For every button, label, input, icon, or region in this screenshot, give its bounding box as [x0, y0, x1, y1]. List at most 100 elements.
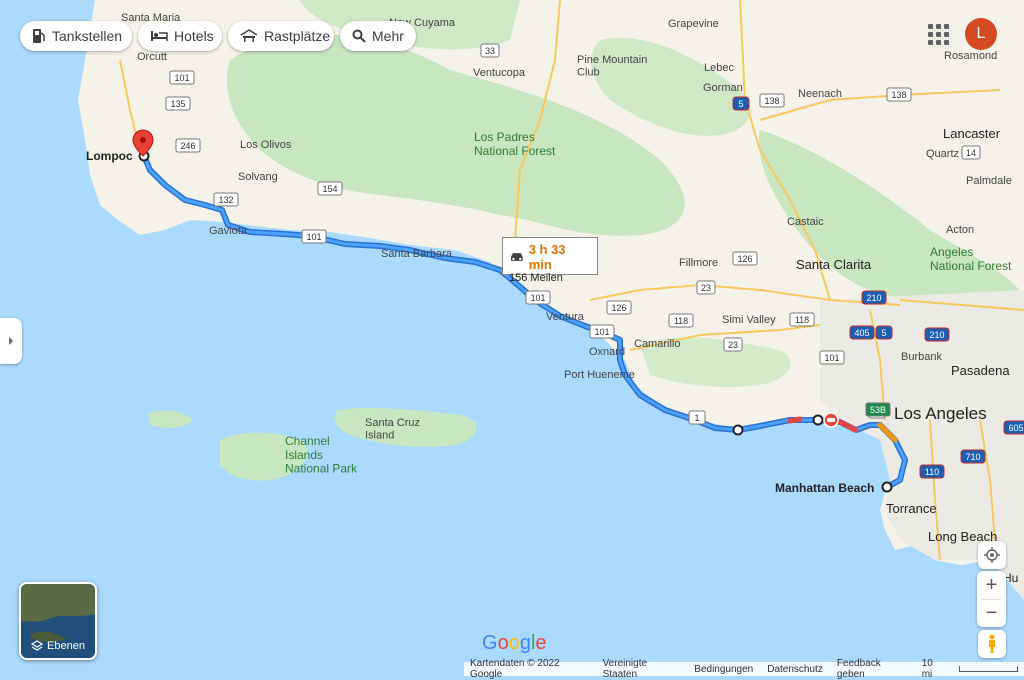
highway-shield: 154 — [317, 181, 343, 196]
label-santa-barbara: Santa Barbara — [381, 248, 453, 260]
highway-shield: 210 — [924, 327, 950, 342]
chip-label: Hotels — [174, 28, 214, 44]
label-grapevine: Grapevine — [668, 18, 719, 30]
svg-text:101: 101 — [306, 232, 321, 242]
scale-bar — [958, 666, 1018, 672]
label-los-olivos: Los Olivos — [240, 139, 292, 151]
label-oxnard: Oxnard — [589, 346, 625, 358]
highway-shield: 1 — [688, 410, 706, 425]
svg-text:1: 1 — [694, 413, 699, 423]
svg-text:246: 246 — [180, 141, 195, 151]
label-gorman: Gorman — [703, 82, 743, 94]
svg-text:126: 126 — [737, 254, 752, 264]
svg-text:132: 132 — [218, 195, 233, 205]
highway-shield: 246 — [175, 138, 201, 153]
label-rosamond: Rosamond — [944, 50, 997, 62]
chip-more[interactable]: Mehr — [340, 21, 416, 51]
label-ventucopa: Ventucopa — [473, 67, 526, 79]
highway-shield: 605 — [1003, 420, 1024, 435]
svg-text:138: 138 — [891, 90, 906, 100]
side-panel-toggle[interactable] — [0, 318, 22, 364]
search-icon — [352, 29, 366, 43]
highway-shield: 33 — [480, 43, 500, 58]
zoom-out-button[interactable]: − — [977, 599, 1006, 627]
chip-hotels[interactable]: Hotels — [138, 21, 222, 51]
route-info-bubble[interactable]: 3 h 33 min 156 Meilen — [502, 237, 598, 284]
label-santa-clarita: Santa Clarita — [796, 257, 872, 272]
highway-shield: 5 — [875, 325, 893, 340]
label-castaic: Castaic — [787, 216, 824, 228]
highway-shield: 118 — [789, 312, 815, 327]
chip-gas-stations[interactable]: Tankstellen — [20, 21, 132, 51]
svg-text:135: 135 — [170, 99, 185, 109]
svg-text:101: 101 — [594, 327, 609, 337]
highway-shield: 23 — [723, 337, 743, 352]
label-neenach: Neenach — [798, 88, 842, 100]
highway-shield: 101 — [819, 350, 845, 365]
pegman-icon — [989, 634, 995, 653]
layers-icon — [31, 640, 44, 651]
label-palmdale: Palmdale — [966, 175, 1012, 187]
highway-shield: 110 — [919, 464, 945, 479]
label-port-hueneme: Port Hueneme — [564, 369, 635, 381]
bed-icon — [151, 31, 168, 41]
highway-shield: 5 — [732, 96, 750, 111]
highway-shield: 101 — [589, 324, 615, 339]
chevron-right-icon — [9, 337, 13, 345]
apps-grid-icon[interactable] — [926, 22, 950, 46]
map-canvas[interactable]: Santa Maria Orcutt Lompoc Los Olivos Sol… — [0, 0, 1024, 676]
svg-text:14: 14 — [966, 148, 976, 158]
route-duration: 3 h 33 min — [528, 242, 566, 272]
svg-text:710: 710 — [965, 452, 980, 462]
privacy-link[interactable]: Datenschutz — [767, 664, 823, 675]
traffic-red — [787, 416, 803, 424]
highway-shield: 132 — [213, 192, 239, 207]
svg-text:5: 5 — [738, 99, 743, 109]
svg-text:118: 118 — [674, 316, 688, 326]
svg-text:101: 101 — [824, 353, 839, 363]
layers-button[interactable]: Ebenen — [19, 582, 97, 660]
scale-label[interactable]: 10 mi — [922, 658, 945, 680]
chip-label: Tankstellen — [52, 28, 123, 44]
zoom-in-button[interactable]: + — [977, 571, 1006, 599]
country-link[interactable]: Vereinigte Staaten — [603, 658, 681, 680]
label-manhattan-beach: Manhattan Beach — [775, 481, 874, 495]
chip-rest-areas[interactable]: Rastplätze — [228, 21, 334, 51]
svg-text:23: 23 — [728, 340, 738, 350]
highway-shield: 53B — [865, 402, 891, 417]
street-view-pegman[interactable] — [978, 630, 1006, 658]
svg-text:110: 110 — [925, 467, 939, 477]
label-fillmore: Fillmore — [679, 257, 718, 269]
svg-text:33: 33 — [485, 46, 495, 56]
svg-text:23: 23 — [701, 283, 711, 293]
map-footer: Kartendaten © 2022 Google Vereinigte Sta… — [464, 658, 1024, 680]
label-camarillo: Camarillo — [634, 338, 680, 350]
svg-text:210: 210 — [929, 330, 944, 340]
waypoint-circle — [732, 424, 744, 436]
my-location-button[interactable] — [978, 541, 1006, 569]
label-ventura: Ventura — [546, 311, 585, 323]
svg-text:118: 118 — [795, 315, 809, 325]
highway-shield: 210 — [861, 290, 887, 305]
label-gaviota: Gaviota — [209, 225, 248, 237]
svg-text:605: 605 — [1008, 423, 1023, 433]
label-lebec: Lebec — [704, 62, 734, 74]
label-torrance: Torrance — [886, 501, 937, 516]
label-lancaster: Lancaster — [943, 126, 1001, 141]
label-lompoc: Lompoc — [86, 149, 133, 163]
label-simi-valley: Simi Valley — [722, 314, 776, 326]
label-los-angeles: Los Angeles — [894, 404, 987, 423]
waypoint-circle — [812, 414, 824, 426]
feedback-link[interactable]: Feedback geben — [837, 658, 908, 680]
label-solvang: Solvang — [238, 171, 278, 183]
label-burbank: Burbank — [901, 351, 942, 363]
svg-text:5: 5 — [881, 328, 886, 338]
label-orcutt: Orcutt — [137, 51, 167, 63]
highway-shield: 118 — [668, 313, 694, 328]
terms-link[interactable]: Bedingungen — [694, 664, 753, 675]
highway-shield: 126 — [732, 251, 758, 266]
svg-text:154: 154 — [322, 184, 337, 194]
account-avatar[interactable]: L — [965, 18, 997, 50]
zoom-control: + − — [977, 571, 1006, 627]
svg-text:138: 138 — [764, 96, 779, 106]
